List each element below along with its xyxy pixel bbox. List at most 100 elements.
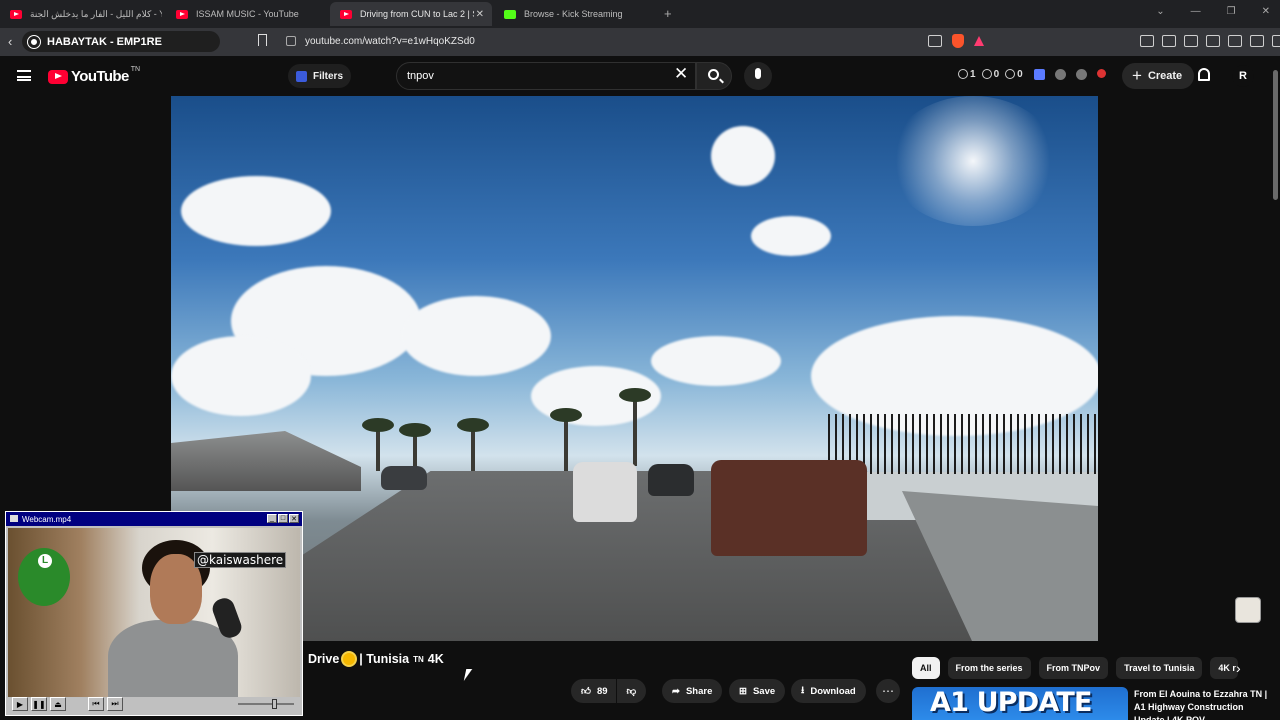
kick-favicon-icon — [504, 9, 516, 19]
voice-search-button[interactable] — [744, 62, 772, 90]
list-icon[interactable] — [1055, 69, 1066, 80]
search-button[interactable] — [696, 62, 732, 90]
chip-from-series[interactable]: From the series — [947, 657, 1031, 679]
leo-icon[interactable] — [1228, 35, 1242, 47]
sidebar-icon[interactable] — [1184, 35, 1198, 47]
webcam-volume-slider[interactable] — [238, 699, 294, 709]
video-fence — [828, 414, 1098, 474]
dislike-button[interactable]: 👎︎ — [616, 679, 647, 703]
hamburger-menu-icon[interactable] — [17, 70, 31, 81]
like-button[interactable]: 👍︎ 89 — [571, 679, 616, 703]
clear-search-icon[interactable]: ✕ — [674, 64, 688, 84]
trophy-icon[interactable] — [1076, 69, 1087, 80]
webcam-maximize-icon[interactable]: □ — [278, 514, 288, 523]
address-bar-icons — [928, 34, 984, 48]
back-icon[interactable]: ‹ — [8, 34, 12, 49]
browser-tab-1[interactable]: كلام الليل - الفار ما يدخلش الجنة - YouT… — [0, 2, 162, 26]
like-count: 89 — [596, 685, 608, 697]
next-icon[interactable]: ⏭ — [107, 697, 123, 711]
recommendation-thumbnail[interactable]: A1 UPDATE — [912, 687, 1128, 720]
webcam-window-buttons: _ □ ✕ — [267, 514, 299, 523]
channel-watermark-icon[interactable] — [1235, 597, 1261, 623]
video-cloud — [171, 336, 311, 416]
brave-shield-icon[interactable] — [952, 34, 964, 48]
browser-tab-2[interactable]: ISSAM MUSIC - YouTube — [166, 2, 328, 26]
create-button[interactable]: + Create — [1122, 63, 1195, 89]
related-chips: All From the series From TNPov Travel to… — [912, 657, 1239, 679]
page-scrollbar[interactable] — [1270, 56, 1280, 720]
brave-rewards-icon[interactable] — [974, 36, 984, 46]
video-cloud — [181, 176, 331, 246]
wallet-icon[interactable] — [1206, 35, 1220, 47]
webcam-window[interactable]: Webcam.mp4 _ □ ✕ @kaiswashere ▶ ❚❚ ⏏ ⏮ ⏭ — [5, 511, 303, 716]
chip-4k[interactable]: 4K r — [1210, 657, 1239, 679]
video-sun-glare — [888, 96, 1058, 226]
video-debris — [171, 431, 361, 491]
search-input[interactable]: tnpov — [396, 62, 696, 90]
play-icon[interactable]: ▶ — [12, 697, 28, 711]
menu-icon[interactable] — [1272, 35, 1280, 47]
share-icon: ➦ — [672, 685, 680, 697]
now-playing-pill[interactable]: HABAYTAK - EMP1RE — [22, 31, 220, 52]
bookmark-icon[interactable] — [258, 34, 267, 46]
youtube-favicon-icon — [10, 9, 22, 19]
share-button[interactable]: ➦ Share — [662, 679, 723, 703]
restore-icon[interactable]: ❐ — [1227, 6, 1236, 17]
pause-icon[interactable]: ❚❚ — [31, 697, 47, 711]
save-button[interactable]: ⊞ Save — [729, 679, 786, 703]
chevron-right-icon[interactable]: › — [1236, 660, 1241, 676]
youtube-play-icon — [48, 69, 68, 84]
microphone-icon — [755, 68, 761, 79]
video-car-far — [381, 466, 427, 490]
filters-button[interactable]: Filters — [288, 64, 352, 88]
notifications-bell-icon[interactable] — [1198, 68, 1210, 81]
chip-travel-tunisia[interactable]: Travel to Tunisia — [1116, 657, 1203, 679]
recommendation-title[interactable]: From El Aouina to Ezzahra TN | A1 Highwa… — [1134, 688, 1274, 720]
alert-icon[interactable] — [1097, 69, 1106, 78]
disc-icon — [28, 35, 40, 48]
clock-counter: 1 — [958, 69, 976, 80]
eye-icon — [981, 69, 992, 80]
eject-icon[interactable]: ⏏ — [50, 697, 66, 711]
video-palm — [362, 418, 394, 471]
tab-search-icon[interactable]: ⌄ — [1156, 6, 1164, 17]
download-button[interactable]: ⭳ Download — [791, 679, 866, 703]
chip-all[interactable]: All — [912, 657, 940, 679]
video-palm — [457, 418, 489, 471]
music-icon[interactable] — [1162, 35, 1176, 47]
vpn-icon[interactable] — [1250, 35, 1264, 47]
webcam-minimize-icon[interactable]: _ — [267, 514, 277, 523]
like-dislike-group: 👍︎ 89 👎︎ — [571, 679, 647, 703]
webcam-video: @kaiswashere — [8, 528, 300, 697]
streamer-body — [108, 620, 238, 697]
extension-counters[interactable]: 1 0 0 — [958, 69, 1023, 80]
more-actions-button[interactable]: ⋯ — [876, 679, 900, 703]
close-window-icon[interactable]: ✕ — [1262, 6, 1270, 17]
browser-tab-3[interactable]: Driving from CUN to Lac 2 | Sun ✕ — [330, 2, 492, 26]
chip-from-tnpov[interactable]: From TNPov — [1038, 657, 1109, 679]
close-tab-icon[interactable]: ✕ — [476, 9, 484, 20]
youtube-logo[interactable]: YouTube TN — [48, 66, 140, 85]
eye-count: 0 — [993, 69, 1000, 80]
title-flag: TN — [413, 654, 424, 664]
url-field[interactable]: youtube.com/watch?v=e1wHqoKZSd0 — [305, 36, 475, 47]
previous-icon[interactable]: ⏮ — [88, 697, 104, 711]
avatar[interactable]: R — [1232, 65, 1254, 87]
tab-title-1: كلام الليل - الفار ما يدخلش الجنة - YouT… — [30, 8, 162, 19]
slider-thumb[interactable] — [272, 699, 277, 709]
video-player[interactable] — [171, 96, 1098, 641]
site-info-icon[interactable] — [286, 36, 296, 46]
cast-icon[interactable] — [928, 35, 942, 47]
webcam-close-icon[interactable]: ✕ — [289, 514, 299, 523]
video-palm — [619, 388, 651, 466]
video-car-dark — [648, 464, 694, 496]
new-tab-icon[interactable]: + — [664, 6, 672, 21]
browser-tab-4[interactable]: Browse - Kick Streaming — [494, 2, 656, 26]
eye-counter: 0 — [981, 69, 1000, 80]
youtube-logo-text: YouTube — [71, 68, 129, 85]
extension-blue-icon[interactable] — [1034, 69, 1045, 80]
extension-icon[interactable] — [1140, 35, 1154, 47]
webcam-title-bar[interactable]: Webcam.mp4 _ □ ✕ — [6, 512, 302, 526]
minimize-icon[interactable]: — — [1191, 6, 1201, 17]
scrollbar-thumb[interactable] — [1273, 70, 1278, 200]
